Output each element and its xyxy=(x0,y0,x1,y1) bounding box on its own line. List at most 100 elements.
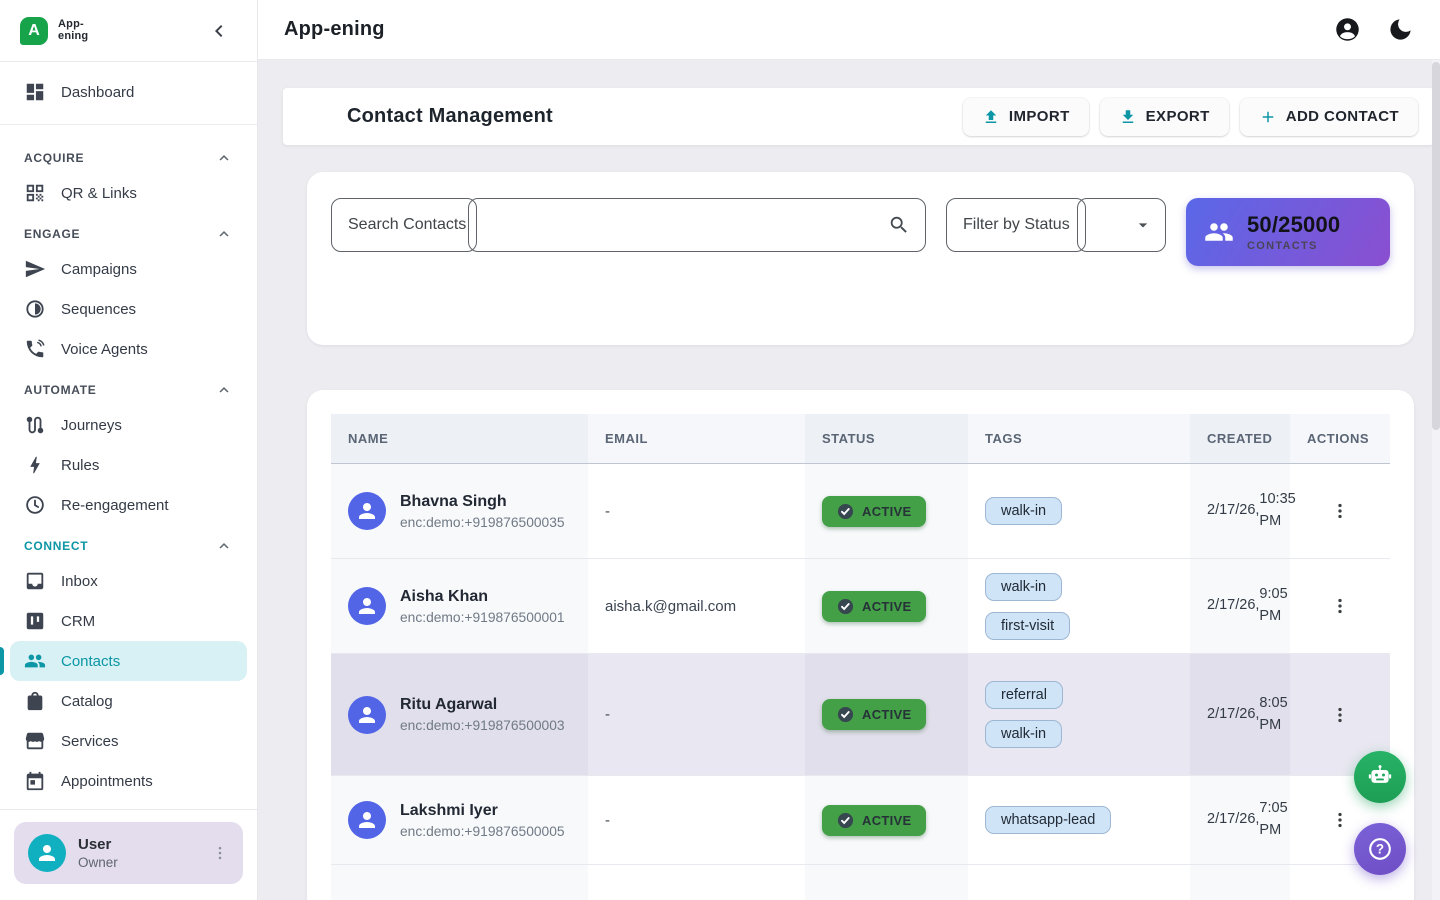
email-cell: - xyxy=(588,654,805,775)
sidebar: A App- ening Dashboard ACQUIRE xyxy=(0,0,258,900)
created-cell: 2/17/26, xyxy=(1190,865,1290,900)
dark-mode-moon-icon[interactable] xyxy=(1387,16,1414,43)
scrollbar-thumb[interactable] xyxy=(1432,62,1440,430)
sidebar-item-rules[interactable]: Rules xyxy=(10,445,247,485)
user-card[interactable]: User Owner xyxy=(14,822,243,884)
row-actions-dots-icon[interactable] xyxy=(1329,704,1351,726)
section-label: ENGAGE xyxy=(24,227,80,241)
sidebar-item-appointments[interactable]: Appointments xyxy=(10,761,247,801)
section-title: Contact Management xyxy=(347,105,553,128)
status-badge: ACTIVE xyxy=(822,496,926,527)
sidebar-item-dashboard[interactable]: Dashboard xyxy=(10,72,247,112)
export-button[interactable]: EXPORT xyxy=(1100,98,1229,136)
logo-line1: App- xyxy=(58,19,88,31)
created-time: 7:05 PM xyxy=(1259,798,1287,842)
table-header-row: NAME EMAIL STATUS TAGS CREATED ACTIONS xyxy=(331,414,1390,464)
phone-icon xyxy=(24,338,46,360)
email-cell: - xyxy=(588,464,805,558)
sidebar-item-services[interactable]: Services xyxy=(10,721,247,761)
tag-chip: first-visit xyxy=(985,612,1070,640)
user-menu-dots-icon[interactable] xyxy=(211,844,229,862)
sidebar-item-contacts[interactable]: Contacts xyxy=(10,641,247,681)
status-badge: ACTIVE xyxy=(822,699,926,730)
status-cell: ACTIVE xyxy=(805,654,968,775)
check-circle-icon xyxy=(837,598,854,615)
status-cell: ACTIVE xyxy=(805,559,968,653)
created-date: 2/17/26, xyxy=(1207,500,1259,522)
contact-avatar xyxy=(348,696,386,734)
status-cell: ACTIVE xyxy=(805,464,968,558)
tag-chip: walk-in xyxy=(985,720,1062,748)
check-circle-icon xyxy=(837,812,854,829)
sidebar-section-connect[interactable]: CONNECT xyxy=(0,525,257,561)
section-label: AUTOMATE xyxy=(24,383,97,397)
column-header-name: NAME xyxy=(331,414,588,463)
sidebar-item-label: Contacts xyxy=(61,653,120,670)
add-contact-button[interactable]: ADD CONTACT xyxy=(1240,98,1418,136)
contacts-table-card: NAME EMAIL STATUS TAGS CREATED ACTIONS xyxy=(307,390,1414,900)
created-cell: 2/17/26, 9:05 PM xyxy=(1190,559,1290,653)
content-scroll-area: Contact Management IMPORT EXPORT xyxy=(258,60,1440,900)
account-circle-icon[interactable] xyxy=(1334,16,1361,43)
sidebar-item-sequences[interactable]: Sequences xyxy=(10,289,247,329)
column-header-created: CREATED xyxy=(1190,414,1290,463)
sidebar-item-voice-agents[interactable]: Voice Agents xyxy=(10,329,247,369)
app-root: A App- ening Dashboard ACQUIRE xyxy=(0,0,1440,900)
top-app-bar: App-ening xyxy=(258,0,1440,60)
chevron-up-icon xyxy=(215,381,233,399)
sidebar-item-label: QR & Links xyxy=(61,185,137,202)
contact-phone: enc:demo:+919876500003 xyxy=(400,718,565,733)
calendar-icon xyxy=(24,770,46,792)
contacts-count-value: 50/25000 xyxy=(1247,212,1340,238)
sidebar-item-inbox[interactable]: Inbox xyxy=(10,561,247,601)
app-logo-text: App- ening xyxy=(58,19,88,42)
status-label: ACTIVE xyxy=(862,599,911,614)
created-cell: 2/17/26, 10:35 PM xyxy=(1190,464,1290,558)
status-filter-select[interactable]: Filter by Status xyxy=(946,198,1166,252)
inbox-icon xyxy=(24,570,46,592)
section-label: ACQUIRE xyxy=(24,151,84,165)
topbar-actions xyxy=(1334,16,1414,43)
sidebar-item-qr-links[interactable]: QR & Links xyxy=(10,173,247,213)
sidebar-collapse-button[interactable] xyxy=(207,19,231,43)
toolbar-buttons: IMPORT EXPORT ADD CONTACT xyxy=(963,98,1418,136)
import-button[interactable]: IMPORT xyxy=(963,98,1089,136)
contact-name: Ritu Agarwal xyxy=(400,696,565,714)
sidebar-section-automate[interactable]: AUTOMATE xyxy=(0,369,257,405)
sidebar-item-journeys[interactable]: Journeys xyxy=(10,405,247,445)
check-circle-icon xyxy=(837,503,854,520)
user-role: Owner xyxy=(78,855,199,870)
ai-assistant-fab[interactable] xyxy=(1354,751,1406,803)
kanban-icon xyxy=(24,610,46,632)
status-cell: ACTIVE xyxy=(805,776,968,864)
name-cell: Bhavna Singh enc:demo:+919876500035 xyxy=(331,464,588,558)
sidebar-section-engage[interactable]: ENGAGE xyxy=(0,213,257,249)
chevron-up-icon xyxy=(215,537,233,555)
tag-chip: walk-in xyxy=(985,497,1062,525)
sidebar-item-crm[interactable]: CRM xyxy=(10,601,247,641)
name-cell: Jyoti Rawat xyxy=(331,865,588,900)
email-cell: - xyxy=(588,776,805,864)
add-contact-label: ADD CONTACT xyxy=(1286,108,1399,125)
row-actions-dots-icon[interactable] xyxy=(1329,809,1351,831)
sidebar-item-label: Catalog xyxy=(61,693,113,710)
row-actions-dots-icon[interactable] xyxy=(1329,595,1351,617)
sidebar-section-acquire[interactable]: ACQUIRE xyxy=(0,137,257,173)
help-fab[interactable]: ? xyxy=(1354,823,1406,875)
table-row: Lakshmi Iyer enc:demo:+919876500005 - AC… xyxy=(331,776,1390,865)
row-actions-dots-icon[interactable] xyxy=(1329,500,1351,522)
contacts-table: NAME EMAIL STATUS TAGS CREATED ACTIONS xyxy=(331,414,1390,900)
sidebar-item-catalog[interactable]: Catalog xyxy=(10,681,247,721)
bolt-icon xyxy=(24,454,46,476)
search-icon[interactable] xyxy=(888,214,910,236)
name-cell: Ritu Agarwal enc:demo:+919876500003 xyxy=(331,654,588,775)
sidebar-item-re-engagement[interactable]: Re-engagement xyxy=(10,485,247,525)
sidebar-item-label: Appointments xyxy=(61,773,153,790)
name-cell: Lakshmi Iyer enc:demo:+919876500005 xyxy=(331,776,588,864)
scrollbar-track xyxy=(1432,60,1440,900)
help-icon: ? xyxy=(1366,835,1394,863)
search-input[interactable]: Search Contacts xyxy=(331,198,926,252)
created-cell: 2/17/26, 8:05 PM xyxy=(1190,654,1290,775)
sidebar-item-campaigns[interactable]: Campaigns xyxy=(10,249,247,289)
sidebar-item-label: Journeys xyxy=(61,417,122,434)
